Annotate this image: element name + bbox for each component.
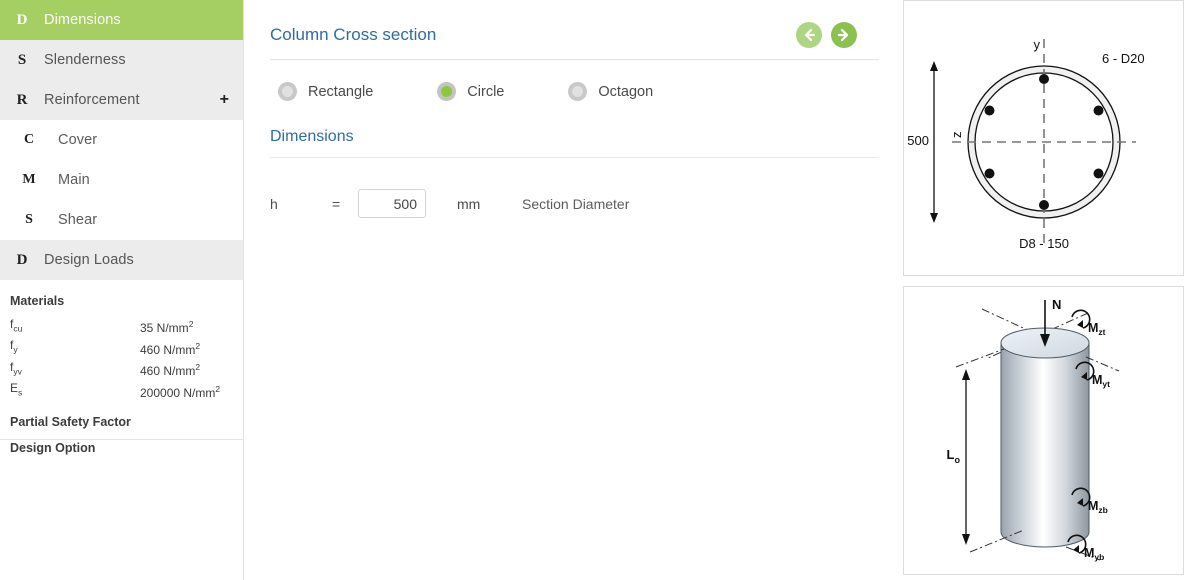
arrow-left-icon [804,28,816,42]
sidebar-item-main[interactable]: M Main [0,160,243,200]
material-value: 460 N/mm2 [140,340,201,357]
curl-arrow-4 [1073,545,1079,553]
material-value: 460 N/mm2 [140,362,201,379]
main-header: Column Cross section [270,22,879,60]
dimension-field-row: h = mm Section Diameter [270,189,879,218]
dimensions-heading: Dimensions [270,128,354,145]
page-title: Column Cross section [270,25,437,44]
next-step-button[interactable] [831,22,857,48]
arrow-right-icon [837,28,849,42]
shape-radio-label: Circle [467,83,505,100]
diameter-label: 500 [907,133,929,148]
previous-step-button[interactable] [796,22,822,48]
materials-title: Materials [10,294,65,308]
material-row: fy 460 N/mm2 [10,338,220,359]
curl-arrow-1 [1077,320,1083,328]
cross-section-panel: 500 y z 6 - D20 D8 - 150 [903,0,1184,276]
column-3d-diagram: N Lo Mzt Myt Mzb Myb [947,297,1120,562]
height-arrow-bottom [962,534,970,545]
material-row: fyv 460 N/mm2 [10,360,220,381]
moment-yb-label: Myb [1084,546,1104,562]
sidebar: D Dimensions S Slenderness R Reinforcement + C C… [0,0,244,580]
column-body [1000,342,1090,548]
moment-zb-label: Mzb [1088,499,1108,515]
sidebar-item-label: Reinforcement [44,92,140,108]
sidebar-item-icon: D [16,11,28,28]
materials-table: fcu 35 N/mm2 fy 460 N/mm2 fyv 460 N/mm2 Es 2000… [10,317,220,403]
sidebar-nav: D Dimensions S Slenderness R Reinforcement + C C… [0,0,243,280]
sidebar-item-label: Dimensions [44,12,121,28]
app-root: D Dimensions S Slenderness R Reinforcement + C C… [0,0,1187,580]
sidebar-item-label: Design Loads [44,252,134,268]
step-navigation [796,22,879,48]
dimensions-divider [270,157,878,158]
dimension-arrow-top [930,61,938,71]
shape-radio-rectangle[interactable]: Rectangle [278,82,373,101]
materials-block: Materials fcu 35 N/mm2 fy 460 N/mm2 fyv 460 N… [0,280,243,455]
material-symbol: Es [10,381,23,398]
axis-z-label: z [949,132,964,139]
sidebar-item-design-loads[interactable]: D Design Loads [0,240,243,280]
material-value: 200000 N/mm2 [140,383,221,400]
axial-load-label: N [1052,297,1061,312]
sidebar-item-icon: S [25,212,33,227]
shape-radio-label: Rectangle [308,83,374,100]
material-row: fcu 35 N/mm2 [10,317,220,338]
sidebar-item-label: Slenderness [44,52,126,68]
moment-yt-label: Myt [1092,373,1110,389]
sidebar-item-label: Shear [58,212,98,228]
radio-icon [278,82,297,101]
links-label: D8 - 150 [1019,236,1069,251]
shape-radio-label: Octagon [598,83,654,100]
dimension-unit: mm [457,195,481,212]
shape-radio-octagon[interactable]: Octagon [568,82,653,101]
sidebar-divider [0,439,243,440]
dimension-arrow-bottom [930,213,938,223]
height-label: Lo [947,447,961,465]
expand-icon[interactable]: + [220,92,229,108]
sidebar-item-icon: R [16,91,28,108]
dimension-symbol: h [270,195,278,212]
axis-y-label: y [1034,37,1041,52]
material-symbol: fyv [10,359,22,377]
radio-icon [437,82,457,101]
sidebar-item-icon: M [22,172,36,187]
sidebar-item-slenderness[interactable]: S Slenderness [0,40,243,80]
material-symbol: fy [10,338,18,355]
sidebar-item-reinforcement[interactable]: R Reinforcement + [0,80,243,120]
diagram-column: 500 y z 6 - D20 D8 - 150 N Lo Mzt Myt Mz… [903,0,1187,580]
sidebar-item-label: Cover [58,132,98,148]
sidebar-item-dimensions[interactable]: D Dimensions [0,0,243,40]
sidebar-item-icon: D [16,251,28,268]
partial-safety-factor-link[interactable]: Partial Safety Factor [10,415,243,429]
material-row: Es 200000 N/mm2 [10,381,220,402]
sidebar-item-icon: S [17,51,27,68]
radio-icon [568,82,588,101]
moment-zt-label: Mzt [1088,321,1106,337]
shape-radio-circle[interactable]: Circle [437,82,504,101]
cross-section-diagram: 500 y z 6 - D20 D8 - 150 [907,37,1145,251]
column-3d-panel: N Lo Mzt Myt Mzb Myb [903,286,1184,575]
section-diameter-input[interactable] [358,189,426,218]
sidebar-item-icon: C [23,132,35,147]
height-arrow-top [962,369,970,380]
main-content: Column Cross section Rectangle Circle Octa… [244,0,903,580]
sidebar-item-shear[interactable]: S Shear [0,200,243,240]
dimension-description: Section Diameter [522,195,630,212]
sidebar-item-cover[interactable]: C Cover [0,120,243,160]
design-option-link[interactable]: Design Option [10,441,243,455]
dimension-equals: = [332,195,341,212]
material-value: 35 N/mm2 [140,319,194,336]
main-bars-label: 6 - D20 [1102,51,1145,66]
material-symbol: fcu [10,317,23,334]
sidebar-item-label: Main [58,172,90,188]
shape-radio-group: Rectangle Circle Octagon [270,82,879,101]
